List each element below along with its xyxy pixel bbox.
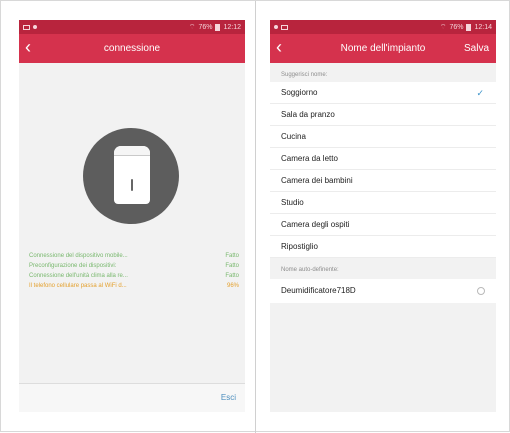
- status-bar: ⌔ 76% 12:14: [270, 20, 496, 34]
- suggestion-label: Camera da letto: [281, 153, 338, 163]
- suggestion-studio[interactable]: Studio: [270, 192, 496, 214]
- status-line: Connessione dell'unità clima alla re... …: [29, 271, 239, 281]
- device-illustration: [83, 128, 179, 224]
- notification-icon: [281, 24, 288, 30]
- save-button[interactable]: Salva: [464, 43, 489, 54]
- status-right-info: ⌔ 76% 12:12: [189, 23, 241, 32]
- status-left-icons: [274, 24, 288, 30]
- suggestion-soggiorno[interactable]: Soggiorno ✓: [270, 82, 496, 104]
- back-chevron-icon[interactable]: ‹: [25, 38, 31, 56]
- suggestion-label: Camera dei bambini: [281, 175, 353, 185]
- name-suggestion-list: Soggiorno ✓ Sala da pranzo Cucina Camera…: [270, 82, 496, 258]
- connection-header: ‹ connessione: [19, 34, 245, 63]
- suggestion-label: Cucina: [281, 131, 306, 141]
- custom-name-field[interactable]: Deumidificatore718D: [270, 279, 496, 303]
- system-name-screen: ⌔ 76% 12:14 ‹ Nome dell'impianto Salva S…: [270, 20, 496, 412]
- suggestion-label: Ripostiglio: [281, 241, 318, 251]
- battery-icon: [215, 23, 221, 31]
- screen-divider: [255, 1, 256, 433]
- custom-name-label: Nome auto-definente:: [281, 267, 339, 273]
- connection-content: Connessione del dispositivo mobile... Fa…: [19, 63, 245, 412]
- system-name-title: Nome dell'impianto: [340, 43, 426, 54]
- bottom-action-bar: Esci: [19, 383, 245, 412]
- connection-screen: ⌔ 76% 12:12 ‹ connessione Connessione de…: [19, 20, 245, 412]
- suggestion-camera-dei-bambini[interactable]: Camera dei bambini: [270, 170, 496, 192]
- connection-status-list: Connessione del dispositivo mobile... Fa…: [29, 251, 239, 291]
- suggestion-label: Studio: [281, 197, 304, 207]
- suggestion-cucina[interactable]: Cucina: [270, 126, 496, 148]
- status-progress: 96%: [226, 283, 239, 289]
- signal-icon: [33, 25, 37, 29]
- status-bar: ⌔ 76% 12:12: [19, 20, 245, 34]
- status-time: 12:14: [474, 23, 492, 31]
- status-line: Preconfigurazione dei dispositivi: Fatto: [29, 261, 239, 271]
- suggestion-label: Sala da pranzo: [281, 109, 335, 119]
- dehumidifier-icon: [114, 146, 150, 204]
- wifi-icon: ⌔: [439, 23, 447, 31]
- notification-icon: [23, 24, 30, 30]
- status-step: Preconfigurazione dei dispositivi:: [29, 263, 117, 269]
- status-left-icons: [23, 24, 37, 30]
- wifi-icon: ⌔: [188, 23, 196, 31]
- dehumidifier-top-icon: [114, 146, 150, 156]
- status-step: Il telefono cellulare passa al WiFi d...: [29, 283, 127, 289]
- exit-button[interactable]: Esci: [221, 393, 236, 402]
- system-name-content: Suggerisci nome: Soggiorno ✓ Sala da pra…: [270, 63, 496, 412]
- battery-icon: [466, 23, 472, 31]
- status-result: Fatto: [225, 273, 239, 279]
- suggestion-camera-degli-ospiti[interactable]: Camera degli ospiti: [270, 214, 496, 236]
- screenshot-frame: ⌔ 76% 12:12 ‹ connessione Connessione de…: [0, 0, 510, 433]
- clear-icon[interactable]: [477, 287, 485, 295]
- status-line: Il telefono cellulare passa al WiFi d...…: [29, 281, 239, 291]
- battery-text: 76%: [449, 23, 464, 31]
- battery-text: 76%: [198, 23, 213, 31]
- suggestion-label: Camera degli ospiti: [281, 219, 350, 229]
- status-right-info: ⌔ 76% 12:14: [440, 23, 492, 32]
- suggest-name-label: Suggerisci nome:: [281, 72, 328, 78]
- custom-name-value: Deumidificatore718D: [281, 286, 356, 295]
- status-step: Connessione dell'unità clima alla re...: [29, 273, 128, 279]
- status-step: Connessione del dispositivo mobile...: [29, 253, 128, 259]
- suggestion-label: Soggiorno: [281, 87, 318, 97]
- back-chevron-icon[interactable]: ‹: [276, 38, 282, 56]
- suggestion-ripostiglio[interactable]: Ripostiglio: [270, 236, 496, 258]
- suggestion-camera-da-letto[interactable]: Camera da letto: [270, 148, 496, 170]
- status-result: Fatto: [225, 253, 239, 259]
- system-name-header: ‹ Nome dell'impianto Salva: [270, 34, 496, 63]
- signal-icon: [274, 25, 278, 29]
- dehumidifier-slot-icon: [131, 179, 133, 191]
- connection-title: connessione: [103, 43, 161, 54]
- check-icon: ✓: [476, 87, 484, 98]
- suggestion-sala-da-pranzo[interactable]: Sala da pranzo: [270, 104, 496, 126]
- status-line: Connessione del dispositivo mobile... Fa…: [29, 251, 239, 261]
- status-result: Fatto: [225, 263, 239, 269]
- status-time: 12:12: [223, 23, 241, 31]
